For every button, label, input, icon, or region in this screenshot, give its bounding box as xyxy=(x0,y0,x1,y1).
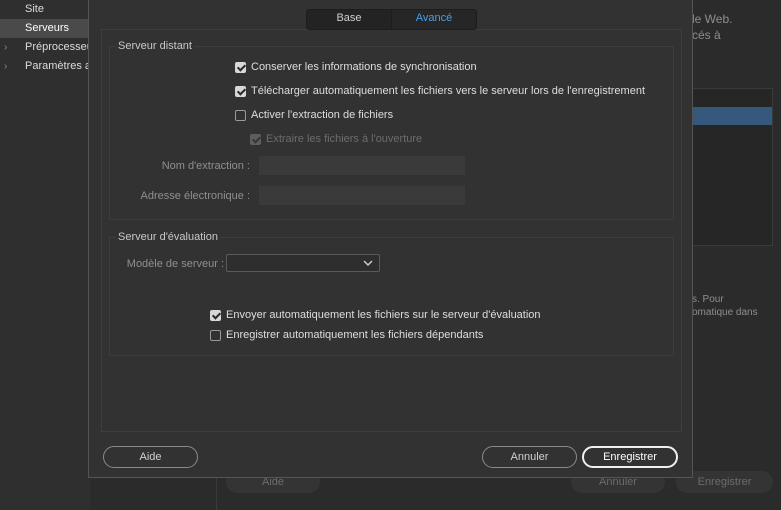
checkout-name-field xyxy=(259,156,465,175)
cancel-button[interactable]: Annuler xyxy=(482,446,577,468)
save-dependent-files-label: Enregistrer automatiquement les fichiers… xyxy=(226,329,484,341)
enable-checkout-checkbox[interactable] xyxy=(235,109,246,121)
tab-advanced[interactable]: Avancé xyxy=(391,10,476,29)
checkout-on-open-option: Extraire les fichiers à l'ouverture xyxy=(250,133,422,145)
chevron-down-icon[interactable] xyxy=(361,256,375,270)
email-address-field xyxy=(259,186,465,205)
chevron-right-icon[interactable]: › xyxy=(4,38,7,57)
sidebar-item-servers[interactable]: Serveurs xyxy=(0,19,90,38)
auto-upload-on-save-checkbox[interactable] xyxy=(235,85,246,97)
background-description-line-1: le Web. xyxy=(692,12,733,26)
site-setup-sidebar: Site Serveurs › Préprocesseurs CSS › Par… xyxy=(0,0,90,510)
remote-server-legend: Serveur distant xyxy=(118,40,192,52)
save-dependent-files-option[interactable]: Enregistrer automatiquement les fichiers… xyxy=(210,329,483,341)
background-note-line-1: s. Pour xyxy=(692,294,724,305)
sidebar-item-label: Paramètres avancés xyxy=(25,60,90,72)
auto-upload-on-save-label: Télécharger automatiquement les fichiers… xyxy=(251,85,645,97)
sidebar-item-site[interactable]: Site xyxy=(0,0,90,19)
advanced-server-settings-dialog: Base Avancé Serveur distant Conserver le… xyxy=(88,0,693,478)
tab-basic[interactable]: Base xyxy=(307,10,391,29)
save-button[interactable]: Enregistrer xyxy=(582,446,678,468)
enable-checkout-label: Activer l'extraction de fichiers xyxy=(251,109,394,121)
auto-push-testing-checkbox[interactable] xyxy=(210,309,221,321)
email-address-label: Adresse électronique : xyxy=(140,190,250,202)
chevron-right-icon[interactable]: › xyxy=(4,57,7,76)
dialog-tab-bar: Base Avancé xyxy=(306,9,477,30)
checkout-name-label: Nom d'extraction : xyxy=(161,160,250,172)
auto-push-testing-label: Envoyer automatiquement les fichiers sur… xyxy=(226,309,541,321)
background-note-line-2: omatique dans xyxy=(692,307,758,318)
maintain-sync-info-option[interactable]: Conserver les informations de synchronis… xyxy=(235,61,477,73)
testing-server-legend: Serveur d'évaluation xyxy=(118,231,218,243)
sidebar-item-label: Préprocesseurs CSS xyxy=(25,41,90,53)
sidebar-item-css-preprocessors[interactable]: › Préprocesseurs CSS xyxy=(0,38,90,57)
server-model-select[interactable] xyxy=(226,254,380,272)
checkout-on-open-checkbox xyxy=(250,133,261,145)
auto-upload-on-save-option[interactable]: Télécharger automatiquement les fichiers… xyxy=(235,85,645,97)
server-model-label: Modèle de serveur : xyxy=(126,258,224,270)
enable-checkout-option[interactable]: Activer l'extraction de fichiers xyxy=(235,109,393,121)
save-dependent-files-checkbox[interactable] xyxy=(210,329,221,341)
sidebar-item-label: Site xyxy=(25,3,44,15)
maintain-sync-info-label: Conserver les informations de synchronis… xyxy=(251,61,477,73)
auto-push-testing-option[interactable]: Envoyer automatiquement les fichiers sur… xyxy=(210,309,541,321)
checkout-on-open-label: Extraire les fichiers à l'ouverture xyxy=(266,133,423,145)
maintain-sync-info-checkbox[interactable] xyxy=(235,61,246,73)
help-button[interactable]: Aide xyxy=(103,446,198,468)
sidebar-item-advanced-settings[interactable]: › Paramètres avancés xyxy=(0,57,90,76)
background-description-line-2: cés à xyxy=(692,28,721,42)
sidebar-item-label: Serveurs xyxy=(25,22,70,34)
